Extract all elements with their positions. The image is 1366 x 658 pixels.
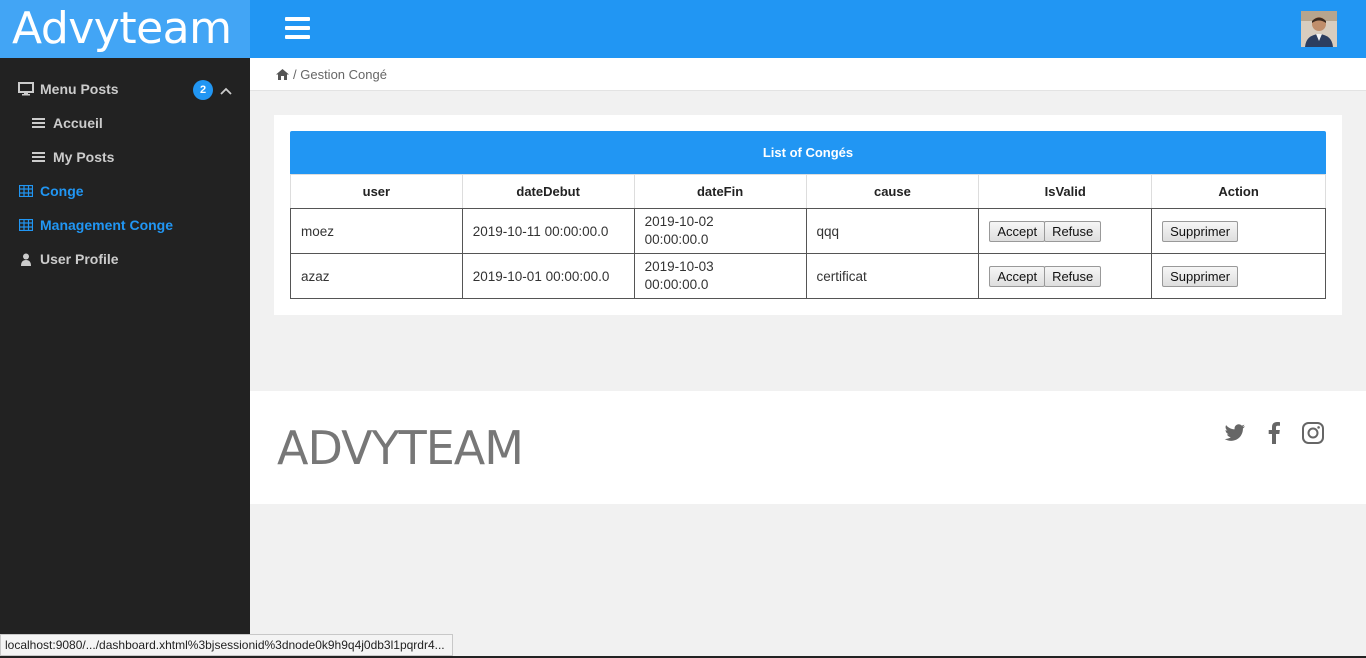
cell-cause: qqq — [805, 208, 980, 254]
sidebar-item-conge[interactable]: Conge — [0, 174, 250, 208]
cell-datefin: 2019-10-03 00:00:00.0 — [633, 253, 807, 299]
sidebar-item-label: Menu Posts — [40, 81, 119, 97]
table-header-row: user dateDebut dateFin cause IsValid Act… — [290, 174, 1326, 209]
table-icon — [18, 184, 34, 198]
column-header-isvalid: IsValid — [978, 174, 1153, 209]
breadcrumb: / Gestion Congé — [250, 58, 1366, 91]
hamburger-menu-icon[interactable] — [285, 17, 310, 39]
sidebar-item-label: Accueil — [53, 115, 103, 131]
sidebar-item-label: My Posts — [53, 149, 115, 165]
instagram-icon[interactable] — [1301, 421, 1325, 445]
sidebar-item-user-profile[interactable]: User Profile — [0, 242, 250, 276]
conges-table: user dateDebut dateFin cause IsValid Act… — [290, 174, 1326, 299]
sidebar-item-label: User Profile — [40, 251, 119, 267]
cell-cause: certificat — [805, 253, 980, 299]
column-header-cause: cause — [805, 174, 980, 209]
accept-button[interactable]: Accept — [989, 265, 1046, 287]
sidebar-item-menu-posts[interactable]: Menu Posts 2 — [0, 72, 250, 106]
monitor-icon — [18, 82, 34, 96]
conges-card: List of Congés user dateDebut dateFin ca… — [274, 115, 1342, 315]
table-row: moez 2019-10-11 00:00:00.0 2019-10-02 00… — [290, 208, 1326, 254]
twitter-icon[interactable] — [1223, 421, 1247, 445]
delete-button[interactable]: Supprimer — [1162, 265, 1239, 287]
delete-button[interactable]: Supprimer — [1162, 220, 1239, 242]
column-header-datedebut: dateDebut — [461, 174, 635, 209]
sidebar-item-my-posts[interactable]: My Posts — [0, 140, 250, 174]
refuse-button[interactable]: Refuse — [1044, 220, 1102, 242]
sidebar-item-accueil[interactable]: Accueil — [0, 106, 250, 140]
chevron-up-icon[interactable] — [220, 82, 232, 98]
user-icon — [18, 252, 34, 266]
avatar[interactable] — [1301, 11, 1337, 47]
sidebar: Advyteam Menu Posts 2 Accueil My Posts C… — [0, 0, 250, 658]
cell-action: Supprimer — [1151, 208, 1326, 254]
table-row: azaz 2019-10-01 00:00:00.0 2019-10-03 00… — [290, 253, 1326, 299]
column-header-datefin: dateFin — [633, 174, 807, 209]
column-header-action: Action — [1151, 174, 1326, 209]
cell-isvalid: Accept Refuse — [978, 253, 1153, 299]
breadcrumb-current-page: / Gestion Congé — [293, 66, 387, 82]
refuse-button[interactable]: Refuse — [1044, 265, 1102, 287]
sidebar-item-management-conge[interactable]: Management Conge — [0, 208, 250, 242]
cell-datefin: 2019-10-02 00:00:00.0 — [633, 208, 807, 254]
browser-status-bar: localhost:9080/.../dashboard.xhtml%3bjse… — [0, 634, 453, 656]
cell-action: Supprimer — [1151, 253, 1326, 299]
facebook-icon[interactable] — [1262, 421, 1286, 445]
cell-datedebut: 2019-10-11 00:00:00.0 — [461, 208, 635, 254]
cell-user: azaz — [290, 253, 463, 299]
conges-table-wrapper: List of Congés user dateDebut dateFin ca… — [290, 131, 1326, 299]
sidebar-nav: Menu Posts 2 Accueil My Posts Conge Mana… — [0, 72, 250, 276]
notification-badge: 2 — [193, 80, 213, 100]
top-navbar — [250, 0, 1366, 58]
footer: ADVYTEAM — [250, 391, 1366, 504]
brand-logo[interactable]: Advyteam — [0, 0, 250, 58]
cell-isvalid: Accept Refuse — [978, 208, 1153, 254]
table-icon — [18, 218, 34, 232]
footer-brand: ADVYTEAM — [277, 421, 524, 475]
list-icon — [31, 150, 47, 164]
cell-datedebut: 2019-10-01 00:00:00.0 — [461, 253, 635, 299]
list-icon — [31, 116, 47, 130]
accept-button[interactable]: Accept — [989, 220, 1046, 242]
sidebar-item-label: Conge — [40, 183, 84, 199]
column-header-user: user — [290, 174, 463, 209]
home-icon[interactable] — [276, 68, 289, 80]
sidebar-item-label: Management Conge — [40, 217, 174, 233]
cell-user: moez — [290, 208, 463, 254]
table-title: List of Congés — [290, 131, 1326, 174]
